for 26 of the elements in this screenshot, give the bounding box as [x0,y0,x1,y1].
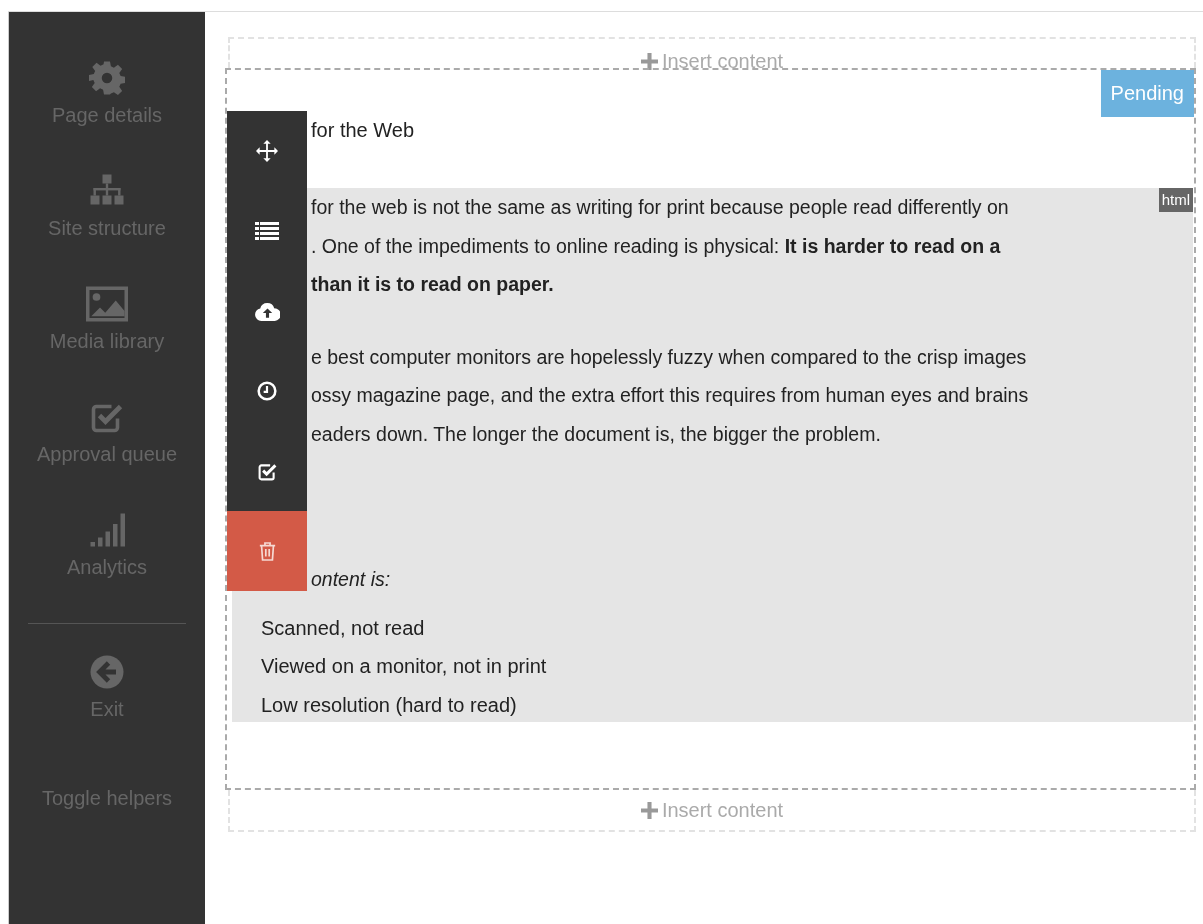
paragraph-line: . One of the impediments to online reading is physical: It is harder to read on a [311,233,1001,259]
paragraph-line: eaders down. The longer the document is, the bigger the problem. [311,421,881,447]
paragraph-line: e best computer monitors are hopelessly fuzzy when compared to the crisp images [311,344,1027,370]
list-item: Viewed on a monitor, not in print [261,654,547,679]
plus-icon [640,801,658,819]
clock-icon [257,381,277,401]
cloud-upload-icon [254,301,280,321]
gear-icon [89,60,125,96]
trash-icon [258,540,276,562]
insert-label: Insert content [661,798,784,822]
italic-text: ontent is: [311,567,391,592]
move-icon [256,140,278,162]
insert-zone[interactable]: Insert content [228,790,1196,832]
paragraph-line: than it is to read on paper. [311,272,554,297]
content-heading: for the Web [311,118,415,143]
insert-zone[interactable]: Insert content [228,37,1196,68]
plus-icon [640,53,658,70]
image-icon [86,286,128,322]
paragraph-line: ossy magazine page, and the extra effort this requires from human eyes and brains [311,383,1029,408]
status-badge: Pending [1100,70,1194,117]
toolbar-button[interactable] [227,431,307,511]
list-item: Scanned, not read [261,615,425,641]
list-item: Low resolution (hard to read) [261,692,517,718]
paragraph-line: for the web is not the same as writing for print because people read differently on [311,195,1009,220]
list-icon [255,221,279,241]
format-badge: html [1158,188,1193,212]
